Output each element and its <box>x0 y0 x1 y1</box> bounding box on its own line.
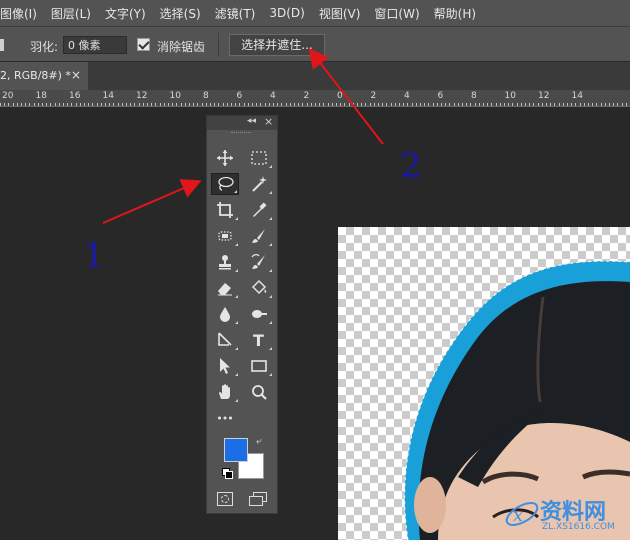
arrow-to-select-mask <box>308 47 384 145</box>
annotation-label-2: 2 <box>400 146 422 186</box>
annotation-label-1: 1 <box>83 236 105 276</box>
foreground-color-swatch[interactable] <box>224 438 248 462</box>
arrow-to-lasso <box>102 179 202 224</box>
watermark-url: ZL.XS1616.COM <box>542 522 615 532</box>
watermark-logo: x <box>505 502 539 526</box>
svg-text:x: x <box>513 505 523 526</box>
watermark: x 资料网 ZL.XS1616.COM <box>500 490 630 540</box>
